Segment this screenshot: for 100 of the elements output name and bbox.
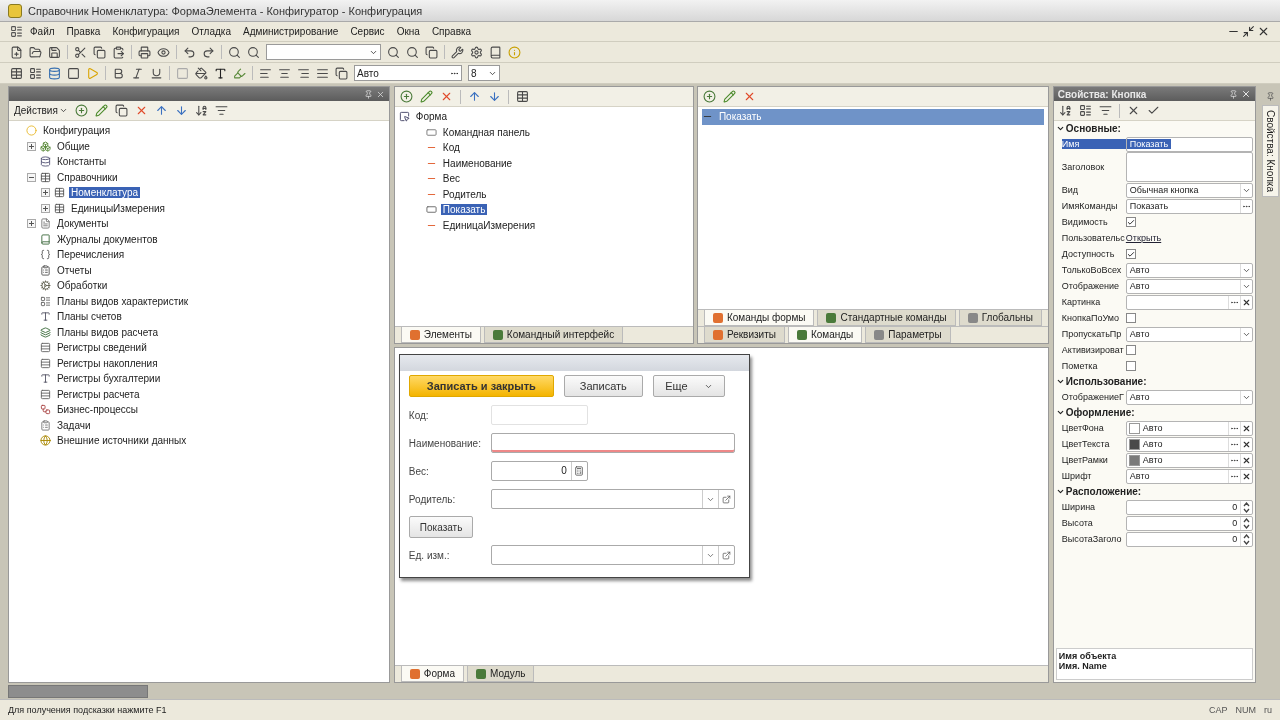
tree-item[interactable]: Бизнес-процессы (55, 404, 141, 416)
color-field[interactable]: Авто (1125, 420, 1254, 436)
search-icon[interactable] (406, 45, 419, 59)
checkbox[interactable] (1125, 249, 1136, 259)
property-field[interactable]: Авто (1125, 468, 1254, 484)
book-icon[interactable] (489, 45, 502, 59)
property-label[interactable]: Высота (1061, 518, 1126, 528)
restore-icon[interactable] (1242, 25, 1255, 38)
property-label[interactable]: Вид (1061, 185, 1126, 195)
wrench-icon[interactable] (451, 45, 464, 59)
categories-icon[interactable] (1078, 104, 1092, 117)
tab[interactable]: Реквизиты (703, 327, 785, 343)
expand-toggle[interactable] (27, 219, 36, 229)
tree-item[interactable]: Наименование (440, 157, 515, 169)
checkbox[interactable] (1125, 361, 1136, 371)
add-icon[interactable] (702, 90, 716, 103)
search-icon[interactable] (387, 45, 400, 59)
square-icon[interactable] (67, 66, 80, 80)
search-combo[interactable] (266, 44, 381, 60)
pin-icon[interactable] (1265, 92, 1275, 101)
clear-icon[interactable] (1242, 423, 1252, 433)
open-icon[interactable] (721, 550, 731, 560)
property-label[interactable]: Заголовок (1061, 162, 1126, 172)
tab[interactable]: Элементы (400, 327, 481, 343)
tree-item[interactable]: Общие (55, 140, 92, 152)
new-file-icon[interactable] (10, 45, 23, 59)
property-label[interactable]: ИмяКоманды (1061, 201, 1126, 211)
undo-icon[interactable] (183, 45, 196, 59)
paste-icon[interactable] (112, 45, 125, 59)
tab[interactable]: Команды формы (703, 310, 815, 326)
tab[interactable]: Модуль (467, 666, 535, 682)
tab[interactable]: Командный интерфейс (483, 327, 624, 343)
tree-item[interactable]: Планы счетов (55, 311, 124, 323)
highlighter-icon[interactable] (233, 66, 246, 80)
font-field[interactable]: Авто (354, 65, 462, 81)
tree-item[interactable]: Показать (440, 204, 488, 216)
menu-item[interactable]: Правка (61, 26, 106, 37)
menu-icon[interactable] (10, 25, 23, 38)
property-label[interactable]: Отображение (1061, 281, 1126, 291)
sort-icon[interactable] (194, 104, 208, 117)
property-label[interactable]: КнопкаПоУмо (1061, 313, 1126, 323)
tree-item[interactable]: Константы (55, 156, 109, 168)
print-icon[interactable] (138, 45, 151, 59)
window-tab[interactable] (8, 684, 148, 698)
italic-icon[interactable] (131, 66, 144, 80)
property-label[interactable]: Имя (1061, 139, 1126, 149)
property-field[interactable]: Показать (1125, 136, 1254, 152)
text-color-icon[interactable] (214, 66, 227, 80)
property-label[interactable]: Пользовательс (1061, 233, 1126, 243)
property-label[interactable]: ЦветТекста (1061, 439, 1126, 449)
property-field[interactable]: Показать (1125, 198, 1254, 214)
add-icon[interactable] (74, 104, 88, 117)
tree-item[interactable]: Регистры бухгалтерии (55, 373, 163, 385)
pin-icon[interactable] (363, 89, 373, 99)
redo-icon[interactable] (202, 45, 215, 59)
apply-icon[interactable] (1146, 104, 1160, 117)
cut-icon[interactable] (74, 45, 87, 59)
property-label[interactable]: ЦветРамки (1061, 455, 1126, 465)
copy-icon[interactable] (114, 104, 128, 117)
edit-icon[interactable] (722, 90, 736, 103)
search-icon[interactable] (247, 45, 260, 59)
property-select[interactable]: Авто (1125, 278, 1254, 294)
property-label[interactable]: Доступность (1061, 249, 1126, 259)
filter-icon[interactable] (214, 104, 228, 117)
tree-item[interactable]: Вес (440, 173, 463, 185)
property-label[interactable]: ВысотаЗаголо (1061, 534, 1126, 544)
tree-item[interactable]: Регистры накопления (55, 357, 160, 369)
property-label[interactable]: Ширина (1061, 502, 1126, 512)
property-label[interactable]: Пометка (1061, 361, 1126, 371)
edit-icon[interactable] (94, 104, 108, 117)
property-field[interactable] (1125, 152, 1254, 182)
list-icon[interactable] (29, 66, 42, 80)
tree-item[interactable]: Родитель (440, 188, 489, 200)
input-field[interactable] (490, 433, 735, 453)
menu-item[interactable]: Отладка (186, 26, 236, 37)
move-up-icon[interactable] (154, 104, 168, 117)
tree-item[interactable]: Конфигурация (41, 125, 113, 137)
tree-item[interactable]: Внешние источники данных (55, 435, 189, 447)
reference-field[interactable] (490, 545, 735, 565)
menu-item[interactable]: Конфигурация (107, 26, 185, 37)
spin-arrows-icon[interactable] (1243, 533, 1251, 545)
pin-icon[interactable] (1229, 89, 1239, 99)
menu-item[interactable]: Справка (426, 26, 477, 37)
property-label[interactable]: ОтображениеГ (1061, 392, 1126, 402)
checkbox[interactable] (1125, 313, 1136, 323)
checkbox[interactable] (1125, 217, 1136, 227)
tree-item[interactable]: Перечисления (55, 249, 127, 261)
expand-toggle[interactable] (41, 188, 50, 198)
copy-icon[interactable] (335, 66, 348, 80)
spin-field[interactable]: 0 (1125, 499, 1254, 515)
copy-icon[interactable] (93, 45, 106, 59)
tree-item[interactable]: ЕдиницыИзмерения (69, 202, 167, 214)
spin-field[interactable]: 0 (1125, 531, 1254, 547)
clear-icon[interactable] (1242, 297, 1252, 307)
align-left-icon[interactable] (259, 66, 272, 80)
align-center-icon[interactable] (278, 66, 291, 80)
property-label[interactable]: Видимость (1061, 217, 1126, 227)
copy-icon[interactable] (425, 45, 438, 59)
font-size-field[interactable]: 8 (468, 65, 500, 81)
number-field[interactable]: 0 (490, 461, 588, 481)
